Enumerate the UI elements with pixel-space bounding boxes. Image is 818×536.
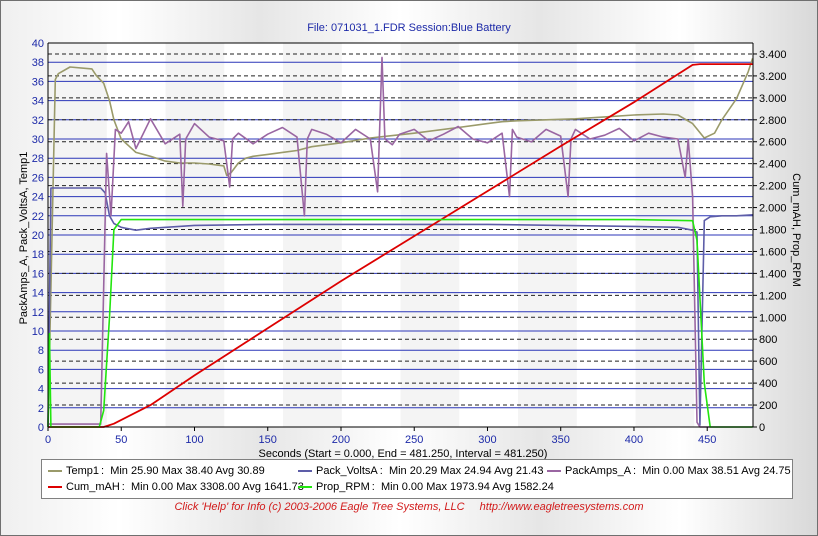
y-tick-label-left: 22 bbox=[32, 211, 44, 223]
y-axis-label-left: PackAmps_A, Pack_VoltsA, Temp1 bbox=[18, 152, 30, 325]
legend-item-prop-rpm: Prop_RPM: Min 0.00 Max 1973.94 Avg 1582.… bbox=[298, 480, 554, 494]
x-tick-label: 400 bbox=[625, 434, 643, 446]
footer: Click 'Help' for Info (c) 2003-2006 Eagl… bbox=[0, 501, 818, 513]
y-tick-label-right: 2.000 bbox=[759, 203, 787, 215]
footer-url-link[interactable]: http://www.eagletreesystems.com bbox=[480, 501, 644, 513]
y-tick-label-left: 2 bbox=[38, 403, 44, 415]
y-tick-label-left: 40 bbox=[32, 38, 44, 50]
x-tick-label: 100 bbox=[185, 434, 203, 446]
y-tick-label-right: 3.000 bbox=[759, 93, 787, 105]
y-tick-label-left: 38 bbox=[32, 57, 44, 69]
legend-stats: Min 0.00 Max 1973.94 Avg 1582.24 bbox=[380, 481, 554, 493]
x-tick-label: 350 bbox=[552, 434, 570, 446]
x-tick-label: 450 bbox=[698, 434, 716, 446]
y-tick-label-right: 1.200 bbox=[759, 290, 787, 302]
y-tick-label-right: 3.200 bbox=[759, 71, 787, 83]
y-tick-label-right: 0 bbox=[759, 422, 765, 434]
y-tick-label-left: 24 bbox=[32, 192, 44, 204]
legend-swatch bbox=[298, 486, 312, 489]
legend-item-cum-mah: Cum_mAH: Min 0.00 Max 3308.00 Avg 1641.7… bbox=[48, 480, 304, 494]
y-tick-label-left: 12 bbox=[32, 307, 44, 319]
legend-stats: Min 0.00 Max 3308.00 Avg 1641.73 bbox=[130, 481, 304, 493]
legend-stats: Min 20.29 Max 24.94 Avg 21.43 bbox=[388, 465, 544, 477]
x-tick-label: 0 bbox=[45, 434, 51, 446]
legend-item-pack-volts: Pack_VoltsA: Min 20.29 Max 24.94 Avg 21.… bbox=[298, 464, 543, 478]
legend: Temp1: Min 25.90 Max 38.40 Avg 30.89 Pac… bbox=[41, 459, 793, 499]
x-tick-label: 250 bbox=[405, 434, 423, 446]
y-tick-label-left: 16 bbox=[32, 268, 44, 280]
y-tick-label-right: 3.400 bbox=[759, 49, 787, 61]
x-tick-label: 200 bbox=[332, 434, 350, 446]
y-tick-label-right: 1.400 bbox=[759, 268, 787, 280]
y-tick-label-left: 28 bbox=[32, 153, 44, 165]
legend-name: Prop_RPM bbox=[316, 481, 370, 493]
legend-name: PackAmps_A bbox=[565, 465, 632, 477]
y-tick-label-right: 2.600 bbox=[759, 137, 787, 149]
legend-stats: Min 25.90 Max 38.40 Avg 30.89 bbox=[110, 465, 265, 477]
x-tick-label: 50 bbox=[115, 434, 127, 446]
y-tick-label-right: 800 bbox=[759, 334, 777, 346]
y-tick-label-left: 36 bbox=[32, 76, 44, 88]
y-tick-label-left: 8 bbox=[38, 345, 44, 357]
y-tick-label-left: 34 bbox=[32, 96, 44, 108]
x-tick-label: 300 bbox=[478, 434, 496, 446]
y-tick-label-right: 2.400 bbox=[759, 159, 787, 171]
legend-swatch bbox=[547, 470, 561, 473]
y-axis-label-right: Cum_mAH, Prop_RPM bbox=[790, 173, 802, 287]
y-tick-label-right: 400 bbox=[759, 378, 777, 390]
legend-item-pack-amps: PackAmps_A: Min 0.00 Max 38.51 Avg 24.75 bbox=[547, 464, 791, 478]
legend-swatch bbox=[48, 470, 62, 473]
legend-swatch bbox=[48, 486, 62, 489]
y-tick-label-right: 2.800 bbox=[759, 115, 787, 127]
y-tick-label-right: 1.600 bbox=[759, 246, 787, 258]
legend-swatch bbox=[298, 470, 312, 473]
y-tick-label-left: 32 bbox=[32, 115, 44, 127]
gridlines bbox=[48, 42, 753, 428]
y-tick-label-left: 20 bbox=[32, 230, 44, 242]
y-tick-label-right: 1.000 bbox=[759, 312, 787, 324]
y-tick-label-left: 6 bbox=[38, 364, 44, 376]
y-tick-label-left: 18 bbox=[32, 249, 44, 261]
y-tick-label-left: 4 bbox=[38, 384, 44, 396]
y-tick-label-right: 200 bbox=[759, 400, 777, 412]
legend-name: Pack_VoltsA bbox=[316, 465, 378, 477]
x-tick-label: 150 bbox=[259, 434, 277, 446]
y-tick-label-left: 10 bbox=[32, 326, 44, 338]
legend-name: Cum_mAH bbox=[66, 481, 120, 493]
footer-help-text: Click 'Help' for Info (c) 2003-2006 Eagl… bbox=[174, 501, 465, 513]
legend-stats: Min 0.00 Max 38.51 Avg 24.75 bbox=[642, 465, 791, 477]
legend-item-temp1: Temp1: Min 25.90 Max 38.40 Avg 30.89 bbox=[48, 464, 265, 478]
y-tick-label-right: 600 bbox=[759, 356, 777, 368]
legend-name: Temp1 bbox=[66, 465, 100, 477]
y-tick-label-left: 0 bbox=[38, 422, 44, 434]
y-tick-label-left: 26 bbox=[32, 172, 44, 184]
y-tick-label-left: 30 bbox=[32, 134, 44, 146]
y-tick-label-right: 1.800 bbox=[759, 225, 787, 237]
line-chart: 0246810121416182022242628303234363840020… bbox=[18, 38, 802, 460]
y-tick-label-right: 2.200 bbox=[759, 181, 787, 193]
y-tick-label-left: 14 bbox=[32, 288, 44, 300]
